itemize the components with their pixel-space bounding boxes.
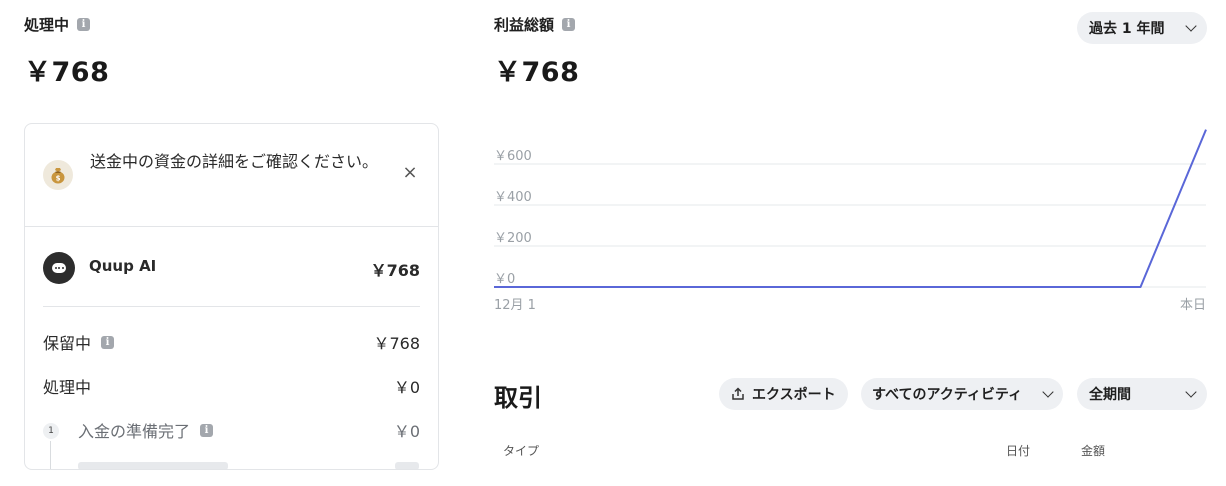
- chevron-down-icon: [1042, 386, 1054, 398]
- processing-row-amount: ￥0: [393, 378, 420, 397]
- info-icon[interactable]: i: [200, 423, 214, 437]
- processing-amount: ￥768: [24, 57, 110, 88]
- hold-label: 保留中: [43, 334, 92, 353]
- close-icon[interactable]: ×: [399, 162, 421, 184]
- chevron-down-icon: [1185, 20, 1197, 32]
- x-tick-label-end: 本日: [1180, 298, 1206, 313]
- merchant-amount: ￥768: [370, 261, 420, 280]
- merchant-name: Quup AI: [89, 257, 157, 275]
- export-label: エクスポート: [752, 387, 836, 403]
- activity-select-label: すべてのアクティビティ: [872, 387, 1023, 403]
- notice-banner: $ 送金中の資金の詳細をご確認ください。 ×: [25, 124, 438, 227]
- column-amount[interactable]: 金額: [1081, 442, 1105, 459]
- y-tick-label: ￥400: [494, 190, 532, 205]
- chevron-down-icon: [1185, 386, 1197, 398]
- period-select[interactable]: 過去 1 年間: [1077, 12, 1207, 44]
- x-tick-label-start: 12月 1: [494, 298, 536, 313]
- profit-chart: ￥0 ￥200 ￥400 ￥600 12月 1 本日: [494, 125, 1208, 325]
- hold-amount: ￥768: [373, 334, 420, 353]
- profit-label: 利益総額: [494, 16, 555, 34]
- y-tick-label: ￥0: [494, 272, 515, 287]
- column-type[interactable]: タイプ: [503, 442, 539, 459]
- export-button[interactable]: エクスポート: [719, 378, 848, 410]
- tx-period-select[interactable]: 全期間: [1077, 378, 1207, 410]
- tx-period-select-label: 全期間: [1089, 387, 1131, 403]
- y-tick-label: ￥600: [494, 149, 532, 164]
- column-date[interactable]: 日付: [1006, 442, 1030, 459]
- info-icon[interactable]: i: [77, 18, 91, 31]
- notice-text: 送金中の資金の詳細をご確認ください。: [90, 152, 379, 171]
- step-connector: [50, 441, 51, 469]
- export-icon: [732, 387, 744, 400]
- info-icon[interactable]: i: [101, 335, 115, 349]
- transactions-title: 取引: [494, 384, 542, 412]
- series-line: [494, 129, 1207, 288]
- y-tick-label: ￥200: [494, 231, 532, 246]
- profit-header: 利益総額 i: [494, 14, 576, 35]
- step-number: 1: [43, 423, 59, 439]
- payout-details-card: $ 送金中の資金の詳細をご確認ください。 × Quup AI ￥768 保留中 …: [24, 123, 439, 470]
- step1-amount: ￥0: [393, 422, 420, 441]
- profit-amount: ￥768: [494, 57, 580, 88]
- processing-row-label: 処理中: [43, 378, 92, 397]
- processing-label: 処理中: [24, 16, 70, 34]
- processing-header: 処理中 i: [24, 14, 91, 35]
- merchant-logo: [43, 252, 75, 284]
- divider: [43, 306, 420, 307]
- period-select-label: 過去 1 年間: [1089, 21, 1165, 37]
- activity-select[interactable]: すべてのアクティビティ: [861, 378, 1063, 410]
- step1-row: 入金の準備完了 i: [78, 418, 214, 442]
- step1-label: 入金の準備完了: [78, 422, 191, 441]
- step2-row-clipped: [78, 462, 228, 469]
- svg-text:$: $: [56, 175, 61, 183]
- info-icon[interactable]: i: [562, 18, 576, 31]
- step2-amount-clipped: [395, 462, 419, 469]
- hold-row: 保留中 i: [43, 330, 115, 354]
- money-bag-icon: $: [43, 160, 73, 190]
- profit-chart-svg: ￥0 ￥200 ￥400 ￥600 12月 1 本日: [494, 129, 1207, 313]
